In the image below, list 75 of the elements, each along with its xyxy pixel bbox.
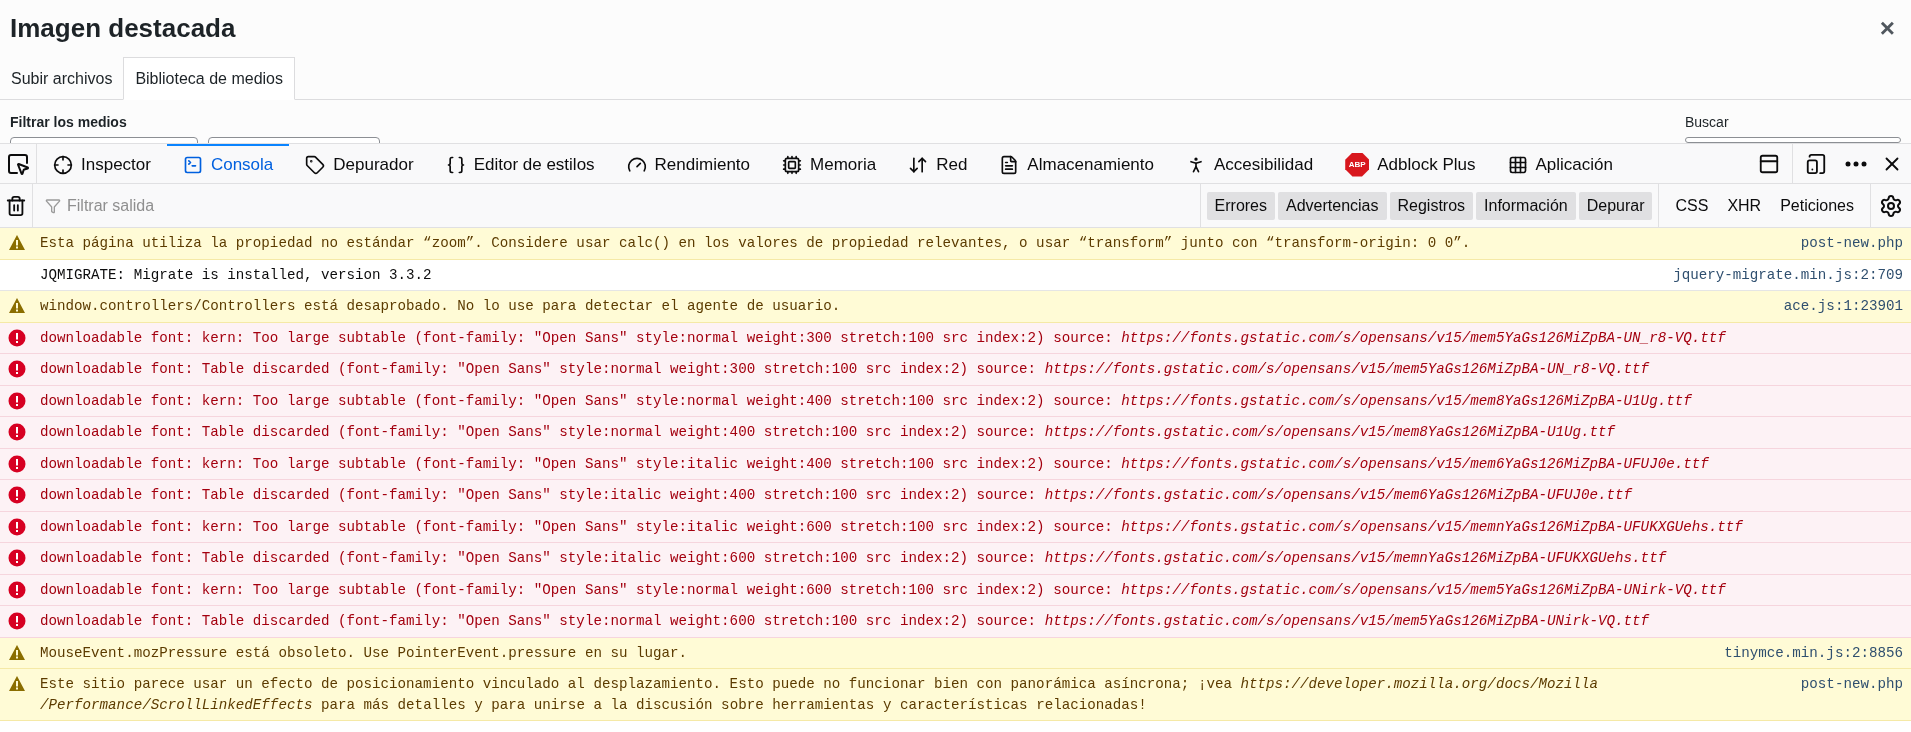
error-icon: [8, 549, 26, 567]
source-link[interactable]: post-new.php: [1800, 674, 1903, 695]
source-link[interactable]: tinymce.min.js:2:8856: [1724, 642, 1903, 663]
devtools-tab[interactable]: Aplicación: [1491, 144, 1629, 183]
devtools-tab[interactable]: ABP Adblock Plus: [1329, 144, 1492, 183]
search-label: Buscar: [1685, 113, 1730, 132]
console-message: downloadable font: kern: Too large subtable (font-family: "Open Sans" style:normal weight:400 stretch:100 src index:2) source: https://fonts.gstatic.com/s/opensans/v15/mem8YaGs126MiZpBA-U1Ug.ttf: [40, 391, 1693, 411]
dialog-title: Imagen destacada: [10, 12, 236, 45]
console-message: downloadable font: Table discarded (font-family: "Open Sans" style:normal weight:300 stretch:100 src index:2) source: https://fonts.gstatic.com/s/opensans/v15/mem5YaGs126MiZpBA-UN_r8-VQ.ttf: [40, 360, 1651, 379]
more-icon: [1845, 160, 1867, 167]
close-button[interactable]: ×: [1873, 9, 1901, 48]
console-message: downloadable font: kern: Too large subtable (font-family: "Open Sans" style:italic weight:600 stretch:100 src index:2) source: https://fonts.gstatic.com/s/opensans/v15/memnYaGs126MiZpBA-UFUKXGUehs.ttf: [40, 517, 1744, 537]
warning-icon: [8, 234, 26, 251]
devtools-tab[interactable]: Accesibilidad: [1170, 144, 1330, 183]
level-filter-button[interactable]: Errores: [1206, 191, 1275, 220]
settings-icon: [1879, 193, 1903, 218]
level-filter-button[interactable]: Registros: [1389, 191, 1474, 220]
source-link[interactable]: jquery-migrate.min.js:2:709: [1673, 264, 1903, 285]
console-message: downloadable font: kern: Too large subtable (font-family: "Open Sans" style:italic weight:400 stretch:100 src index:2) source: https://fonts.gstatic.com/s/opensans/v15/mem6YaGs126MiZpBA-UFUJ0e.ttf: [40, 454, 1710, 474]
level-filter-button[interactable]: Advertencias: [1278, 191, 1387, 220]
level-filter-button[interactable]: Información: [1476, 191, 1576, 220]
devtools-tab[interactable]: Red: [892, 144, 984, 183]
source-link[interactable]: ace.js:1:23901: [1783, 296, 1903, 317]
type-filter-button[interactable]: CSS: [1667, 191, 1717, 220]
console-message: window.controllers/Controllers está desaprobado. No lo use para detectar el agente de usuario.: [40, 297, 842, 316]
console-message: MouseEvent.mozPressure está obsoleto. Use PointerEvent.pressure en su lugar.: [40, 643, 689, 663]
media-tab[interactable]: Subir archivos: [0, 57, 124, 100]
filter-output-field[interactable]: Filtrar salida: [67, 193, 367, 218]
storage-icon: [999, 154, 1020, 175]
braces-icon: [445, 154, 466, 175]
console-message: JQMIGRATE: Migrate is installed, version 3.3.2: [40, 265, 433, 285]
error-icon: [8, 360, 26, 378]
console-icon: [182, 154, 203, 175]
chip-icon: [782, 154, 803, 175]
error-icon: [8, 328, 26, 347]
error-icon: [8, 612, 26, 630]
console-message: downloadable font: Table discarded (font-family: "Open Sans" style:italic weight:600 stretch:100 src index:2) source: https://fonts.gstatic.com/s/opensans/v15/memnYaGs126MiZpBA-UFUKXGUehs.ttf: [40, 549, 1668, 568]
error-icon: [8, 486, 26, 504]
inspector-icon: [53, 154, 73, 175]
media-tab[interactable]: Biblioteca de medios: [123, 57, 295, 100]
error-icon: [8, 391, 26, 410]
trash-icon: [5, 194, 27, 217]
warning-icon: [8, 675, 26, 692]
console-message: Este sitio parece usar un efecto de posicionamiento vinculado al desplazamiento. Esto puede no funcionar bien con panorámica asíncrona; ¡vea https://developer.mozilla.org/docs/Mozilla /Performance/ScrollLinkedEffects para más detalles y para unirse a la discusión sobre herramientas y características relacionadas!: [40, 675, 1600, 715]
console-message: downloadable font: Table discarded (font-family: "Open Sans" style:normal weight:400 stretch:100 src index:2) source: https://fonts.gstatic.com/s/opensans/v15/mem8YaGs126MiZpBA-U1Ug.ttf: [40, 423, 1617, 442]
devices-icon: [1805, 152, 1827, 175]
type-filter-button[interactable]: XHR: [1719, 191, 1770, 220]
search-field[interactable]: [1685, 137, 1901, 143]
devtools-tab[interactable]: Memoria: [766, 144, 893, 183]
filter-label: Filtrar los medios: [10, 113, 128, 132]
warning-icon: [8, 643, 26, 661]
console-message: downloadable font: Table discarded (font-family: "Open Sans" style:italic weight:400 stretch:100 src index:2) source: https://fonts.gstatic.com/s/opensans/v15/mem6YaGs126MiZpBA-UFUJ0e.ttf: [40, 486, 1634, 505]
level-filter-button[interactable]: Depurar: [1578, 191, 1653, 220]
console-message: downloadable font: kern: Too large subtable (font-family: "Open Sans" style:normal weight:300 stretch:100 src index:2) source: https://fonts.gstatic.com/s/opensans/v15/mem5YaGs126MiZpBA-UN_r8-VQ.ttf: [40, 328, 1727, 348]
error-icon: [8, 580, 26, 599]
error-icon: [8, 454, 26, 473]
picker-icon: [6, 151, 30, 176]
devtools-tab[interactable]: Almacenamiento: [983, 144, 1170, 183]
warning-icon: [8, 297, 26, 314]
tag-icon: [305, 154, 326, 175]
error-icon: [8, 517, 26, 536]
layout-icon: [1758, 152, 1780, 175]
devtools-tab[interactable]: Depurador: [289, 144, 430, 183]
stop-sign-icon: ABP: [1345, 152, 1370, 177]
devtools-tab[interactable]: Editor de estilos: [429, 144, 611, 183]
type-filter-button[interactable]: Peticiones: [1772, 191, 1862, 220]
devtools-tab[interactable]: Rendimiento: [610, 144, 767, 183]
console-message: Esta página utiliza la propiedad no estándar “zoom”. Considere usar calc() en los valores de propiedad relevantes, o usar “transform” junto con “transform-origin: 0 0”.: [40, 234, 1472, 253]
console-message: downloadable font: kern: Too large subtable (font-family: "Open Sans" style:normal weight:600 stretch:100 src index:2) source: https://fonts.gstatic.com/s/opensans/v15/mem5YaGs126MiZpBA-UNirk-VQ.ttf: [40, 580, 1727, 600]
devtools-tab[interactable]: Inspector: [37, 144, 167, 183]
error-icon: [8, 423, 26, 441]
console-message: downloadable font: Table discarded (font-family: "Open Sans" style:normal weight:600 stretch:100 src index:2) source: https://fonts.gstatic.com/s/opensans/v15/mem5YaGs126MiZpBA-UNirk-VQ.ttf: [40, 612, 1651, 631]
grid-icon: [1507, 154, 1528, 175]
filter-icon: [45, 197, 61, 214]
source-link[interactable]: post-new.php: [1800, 233, 1903, 254]
